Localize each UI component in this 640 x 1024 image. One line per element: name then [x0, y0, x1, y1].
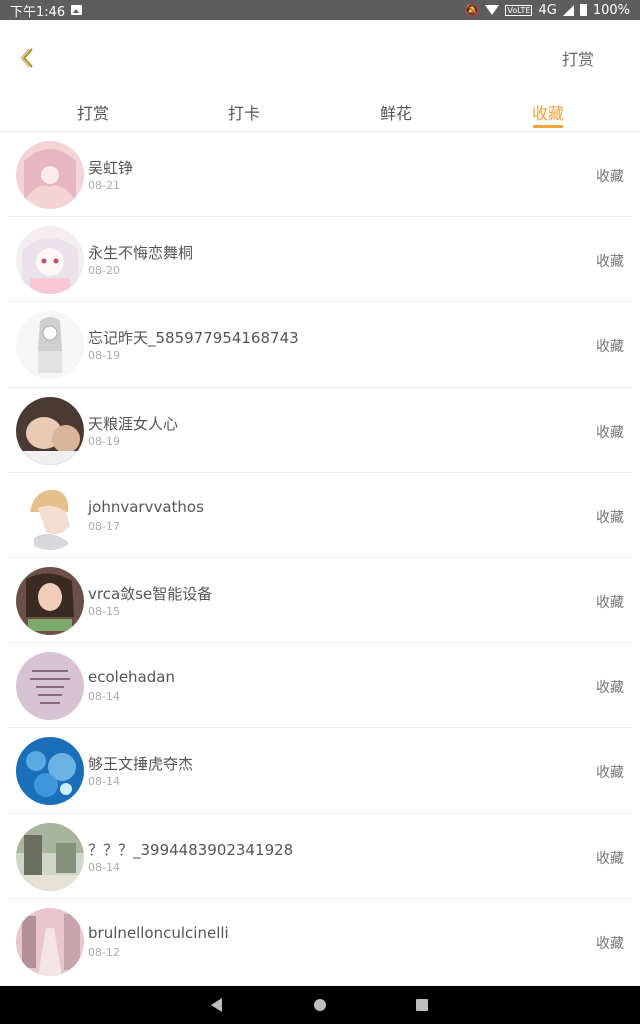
network-type: 4G [538, 2, 557, 18]
avatar[interactable] [16, 141, 84, 209]
tab-tip[interactable]: 打赏 [77, 100, 109, 124]
item-date: 08-12 [88, 945, 120, 959]
active-tab-indicator [533, 125, 563, 128]
item-date: 08-14 [88, 690, 120, 704]
tab-bar: 打赏 打卡 鲜花 收藏 [0, 92, 640, 132]
item-date: 08-15 [88, 604, 120, 618]
user-name: 忘记昨天_585977954168743 [88, 329, 299, 348]
list-item[interactable]: johnvarvvathos 08-17 收藏 [8, 473, 632, 558]
user-name: ？？？_3994483902341928 [88, 840, 294, 859]
avatar[interactable] [16, 652, 84, 721]
item-date: 08-14 [88, 860, 120, 874]
user-name: 永生不悔恋舞桐 [88, 244, 194, 263]
avatar[interactable] [16, 822, 84, 891]
avatar[interactable] [16, 907, 84, 976]
tab-flowers[interactable]: 鲜花 [380, 100, 412, 124]
tab-checkin[interactable]: 打卡 [228, 100, 260, 124]
tip-button[interactable]: 打赏 [562, 46, 594, 70]
signal-icon [562, 4, 574, 16]
user-name: brulnellonculcinelli [88, 923, 229, 942]
item-date: 08-19 [88, 434, 120, 448]
user-name: 吴虹铮 [88, 159, 134, 177]
mute-icon: 🔕 [464, 3, 480, 17]
list-item[interactable]: 永生不悔恋舞桐 08-20 收藏 [8, 217, 632, 303]
status-left: 下午1:46 [10, 1, 83, 20]
item-date: 08-21 [88, 179, 120, 192]
user-name: ecolehadan [88, 668, 175, 687]
list-item[interactable]: 吴虹铮 08-21 收藏 [8, 132, 632, 218]
favorite-action[interactable]: 收藏 [596, 422, 624, 442]
avatar[interactable] [16, 481, 84, 550]
user-name: vrca敛se智能设备 [88, 584, 213, 603]
status-bar: 下午1:46 🔕 VoLTE 4G 100% [0, 0, 640, 20]
system-nav-bar [0, 986, 640, 1024]
list-item[interactable]: 天粮涯女人心 08-19 收藏 [8, 388, 632, 473]
nav-home-icon[interactable] [314, 999, 326, 1011]
favorite-action[interactable]: 收藏 [596, 166, 624, 186]
favorite-action[interactable]: 收藏 [596, 848, 624, 868]
list-item[interactable]: 忘记昨天_585977954168743 08-19 收藏 [8, 302, 632, 388]
nav-back-icon[interactable] [211, 998, 222, 1012]
wifi-icon [485, 5, 500, 15]
item-date: 08-20 [88, 264, 120, 278]
list-item[interactable]: vrca敛se智能设备 08-15 收藏 [8, 558, 632, 644]
status-time: 下午1:46 [10, 4, 66, 20]
status-right: 🔕 VoLTE 4G 100% [464, 3, 630, 18]
favorite-action[interactable]: 收藏 [596, 251, 624, 271]
avatar[interactable] [16, 396, 84, 465]
favorite-action[interactable]: 收藏 [596, 677, 624, 697]
battery-percent: 100% [592, 2, 630, 18]
list-item[interactable]: brulnellonculcinelli 08-12 收藏 [8, 899, 632, 984]
favorite-action[interactable]: 收藏 [596, 762, 624, 782]
user-name: 天粮涯女人心 [88, 414, 179, 433]
item-date: 08-19 [88, 349, 120, 363]
favorite-action[interactable]: 收藏 [596, 592, 624, 612]
list-item[interactable]: 够王文捶虎夺杰 08-14 收藏 [8, 728, 632, 814]
favorites-list: 吴虹铮 08-21 收藏 永生不悔恋舞桐 08-20 收藏 忘记昨天_58597… [8, 132, 632, 984]
user-name: 够王文捶虎夺杰 [88, 755, 194, 774]
app-header: 打赏 [0, 20, 640, 92]
back-button[interactable] [14, 44, 42, 72]
nav-recents-icon[interactable] [416, 999, 428, 1011]
favorite-action[interactable]: 收藏 [596, 336, 624, 356]
avatar[interactable] [16, 226, 84, 295]
favorite-action[interactable]: 收藏 [596, 933, 624, 953]
user-name: johnvarvvathos [88, 497, 204, 516]
list-item[interactable]: ecolehadan 08-14 收藏 [8, 643, 632, 729]
chevron-left-icon [20, 48, 33, 68]
battery-icon [579, 4, 587, 16]
volte-badge: VoLTE [505, 4, 533, 16]
avatar[interactable] [16, 737, 84, 806]
avatar[interactable] [16, 566, 84, 635]
tab-favorites[interactable]: 收藏 [532, 100, 564, 124]
item-date: 08-17 [88, 519, 120, 533]
item-date: 08-14 [88, 775, 120, 789]
image-notification-icon [71, 5, 83, 15]
favorite-action[interactable]: 收藏 [596, 507, 624, 527]
avatar[interactable] [16, 311, 84, 380]
list-item[interactable]: ？？？_3994483902341928 08-14 收藏 [8, 814, 632, 899]
